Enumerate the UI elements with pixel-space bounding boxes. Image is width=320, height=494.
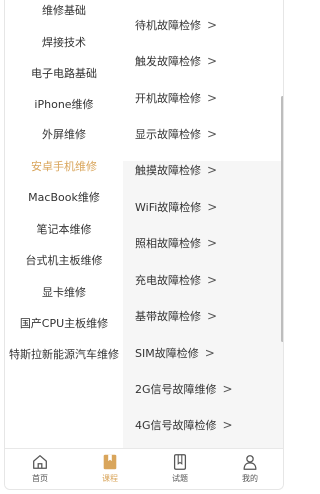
tab-course[interactable]: 课程	[75, 449, 145, 489]
sidebar-item-domestic-cpu[interactable]: 国产CPU主板维修	[5, 307, 123, 338]
course-icon	[103, 454, 117, 470]
chevron-right-icon: >	[222, 382, 233, 396]
list-item[interactable]: 开机故障检修 >	[123, 80, 283, 116]
tab-profile[interactable]: 我的	[215, 449, 283, 489]
list-item-label: 显示故障检修	[135, 128, 201, 141]
chevron-right-icon: >	[207, 200, 218, 214]
chevron-right-icon: >	[207, 273, 218, 287]
sidebar-item-desktop-board[interactable]: 台式机主板维修	[5, 244, 123, 275]
list-item-label: 基带故障检修	[135, 310, 201, 323]
sidebar-item-android[interactable]: 安卓手机维修	[5, 150, 123, 181]
list-item-label: SIM故障检修	[135, 347, 199, 360]
chevron-right-icon: >	[207, 91, 218, 105]
chevron-right-icon: >	[207, 163, 218, 177]
sidebar-item-gpu[interactable]: 显卡维修	[5, 276, 123, 307]
list-item-label: 照相故障检修	[135, 237, 201, 250]
list-item-label: 触摸故障检修	[135, 164, 201, 177]
user-icon	[243, 455, 257, 470]
sidebar-item-iphone[interactable]: iPhone维修	[5, 88, 123, 119]
home-icon	[33, 455, 47, 469]
list-item-label: 开机故障检修	[135, 92, 201, 105]
bottom-tab-bar: 首页 课程 试题 我的	[5, 448, 283, 489]
list-item[interactable]: 充电故障检修 >	[123, 262, 283, 298]
sidebar-item-welding[interactable]: 焊接技术	[5, 26, 123, 57]
list-item[interactable]: WiFi故障检修 >	[123, 189, 283, 225]
subcategory-list: 待机故障检修 > 触发故障检修 > 开机故障检修 > 显示故障检修 > 触摸故障…	[123, 0, 283, 448]
list-item-label: 触发故障检修	[135, 55, 201, 68]
list-item-label: 2G信号故障维修	[135, 383, 217, 396]
tab-label: 试题	[172, 474, 188, 483]
list-item[interactable]: 基带故障检修 >	[123, 298, 283, 334]
list-item-label: 充电故障检修	[135, 274, 201, 287]
list-item[interactable]: 2G信号故障维修 >	[123, 371, 283, 407]
app-frame: 维修基础 焊接技术 电子电路基础 iPhone维修 外屏维修 安卓手机维修 Ma…	[4, 0, 284, 490]
sidebar-item-repair-basics[interactable]: 维修基础	[5, 0, 123, 25]
list-item[interactable]: 待机故障检修 >	[123, 7, 283, 43]
list-scrollbar[interactable]	[281, 96, 283, 342]
tab-label: 课程	[102, 474, 118, 483]
sidebar-item-screen[interactable]: 外屏维修	[5, 118, 123, 149]
tab-exam[interactable]: 试题	[145, 449, 215, 489]
list-item-label: 待机故障检修	[135, 19, 201, 32]
sidebar-item-electronics[interactable]: 电子电路基础	[5, 57, 123, 88]
list-item[interactable]: 触发故障检修 >	[123, 43, 283, 79]
list-item-label: WiFi故障检修	[135, 201, 202, 214]
list-item-label: 4G信号故障检修	[135, 419, 217, 432]
tab-label: 首页	[32, 474, 48, 483]
category-sidebar: 维修基础 焊接技术 电子电路基础 iPhone维修 外屏维修 安卓手机维修 Ma…	[5, 0, 123, 448]
list-item[interactable]: 4G信号故障检修 >	[123, 407, 283, 443]
chevron-right-icon: >	[204, 346, 215, 360]
list-item[interactable]: 显示故障检修 >	[123, 116, 283, 152]
sidebar-item-tesla-ev[interactable]: 特斯拉新能源汽车维修	[5, 338, 123, 369]
chevron-right-icon: >	[207, 127, 218, 141]
sidebar-item-laptop[interactable]: 笔记本维修	[5, 213, 123, 244]
tab-label: 我的	[242, 474, 258, 483]
exam-icon	[173, 454, 187, 470]
chevron-right-icon: >	[207, 309, 218, 323]
chevron-right-icon: >	[207, 236, 218, 250]
sidebar-item-macbook[interactable]: MacBook维修	[5, 181, 123, 212]
chevron-right-icon: >	[207, 54, 218, 68]
list-item[interactable]: 照相故障检修 >	[123, 225, 283, 261]
chevron-right-icon: >	[207, 18, 218, 32]
tab-home[interactable]: 首页	[5, 449, 75, 489]
list-item[interactable]: 触摸故障检修 >	[123, 152, 283, 188]
list-item[interactable]: SIM故障检修 >	[123, 335, 283, 371]
chevron-right-icon: >	[222, 418, 233, 432]
